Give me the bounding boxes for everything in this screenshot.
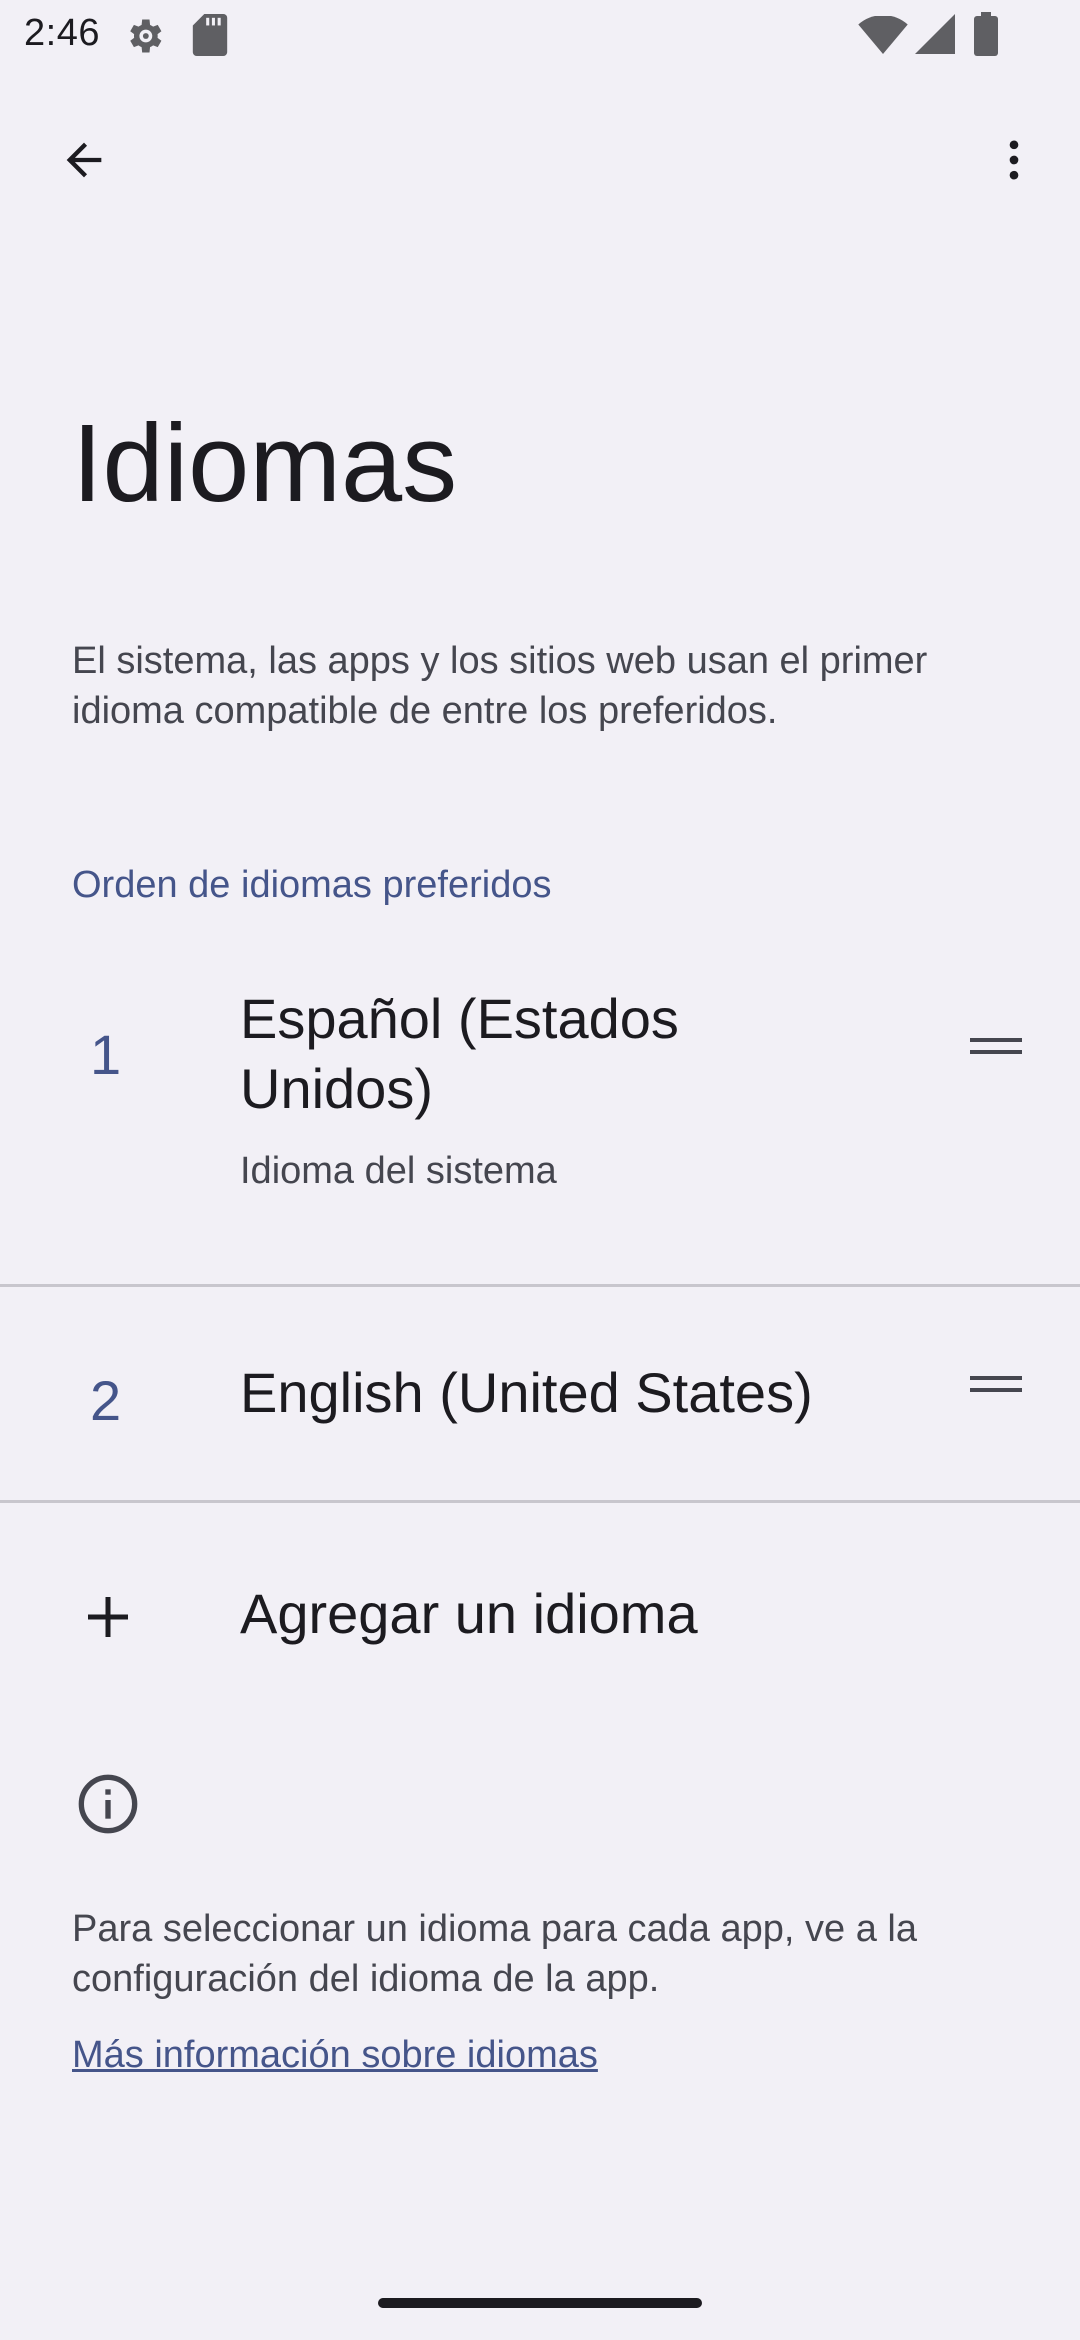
language-order-number: 1: [90, 1023, 122, 1086]
add-language-label: Agregar un idioma: [240, 1582, 698, 1645]
sd-card-icon: [192, 14, 228, 56]
signal-icon: [915, 14, 955, 54]
add-language-button[interactable]: Agregar un idioma: [0, 1505, 1080, 1720]
top-app-bar: [0, 90, 1080, 220]
divider: [0, 1500, 1080, 1503]
drag-handle-icon[interactable]: [970, 1370, 1022, 1400]
page-description: El sistema, las apps y los sitios web us…: [72, 640, 928, 732]
info-icon: [78, 1774, 138, 1834]
language-order-number: 2: [90, 1369, 122, 1432]
more-vert-icon: [1009, 140, 1019, 180]
info-text: Para seleccionar un idioma para cada app…: [72, 1908, 917, 2000]
language-name: Español (Estados Unidos): [240, 987, 679, 1120]
status-bar: 2:46: [0, 0, 1080, 70]
drag-handle-icon[interactable]: [970, 1032, 1022, 1062]
language-subtitle: Idioma del sistema: [240, 1150, 557, 1192]
battery-icon: [974, 12, 998, 56]
wifi-icon: [858, 16, 908, 54]
language-name: English (United States): [240, 1361, 813, 1424]
status-time: 2:46: [24, 12, 100, 54]
page-title: Idiomas: [72, 402, 458, 525]
gear-icon: [130, 19, 162, 53]
back-button[interactable]: [36, 112, 132, 208]
divider: [0, 1284, 1080, 1287]
navigation-handle[interactable]: [378, 2298, 702, 2308]
arrow-back-icon: [66, 142, 102, 178]
language-item[interactable]: 2 English (United States): [0, 1288, 1080, 1500]
language-item[interactable]: 1 Español (Estados Unidos) Idioma del si…: [0, 960, 1080, 1285]
more-options-button[interactable]: [966, 112, 1062, 208]
learn-more-link[interactable]: Más información sobre idiomas: [72, 2034, 598, 2077]
section-header: Orden de idiomas preferidos: [72, 864, 552, 906]
add-icon: [88, 1597, 128, 1637]
